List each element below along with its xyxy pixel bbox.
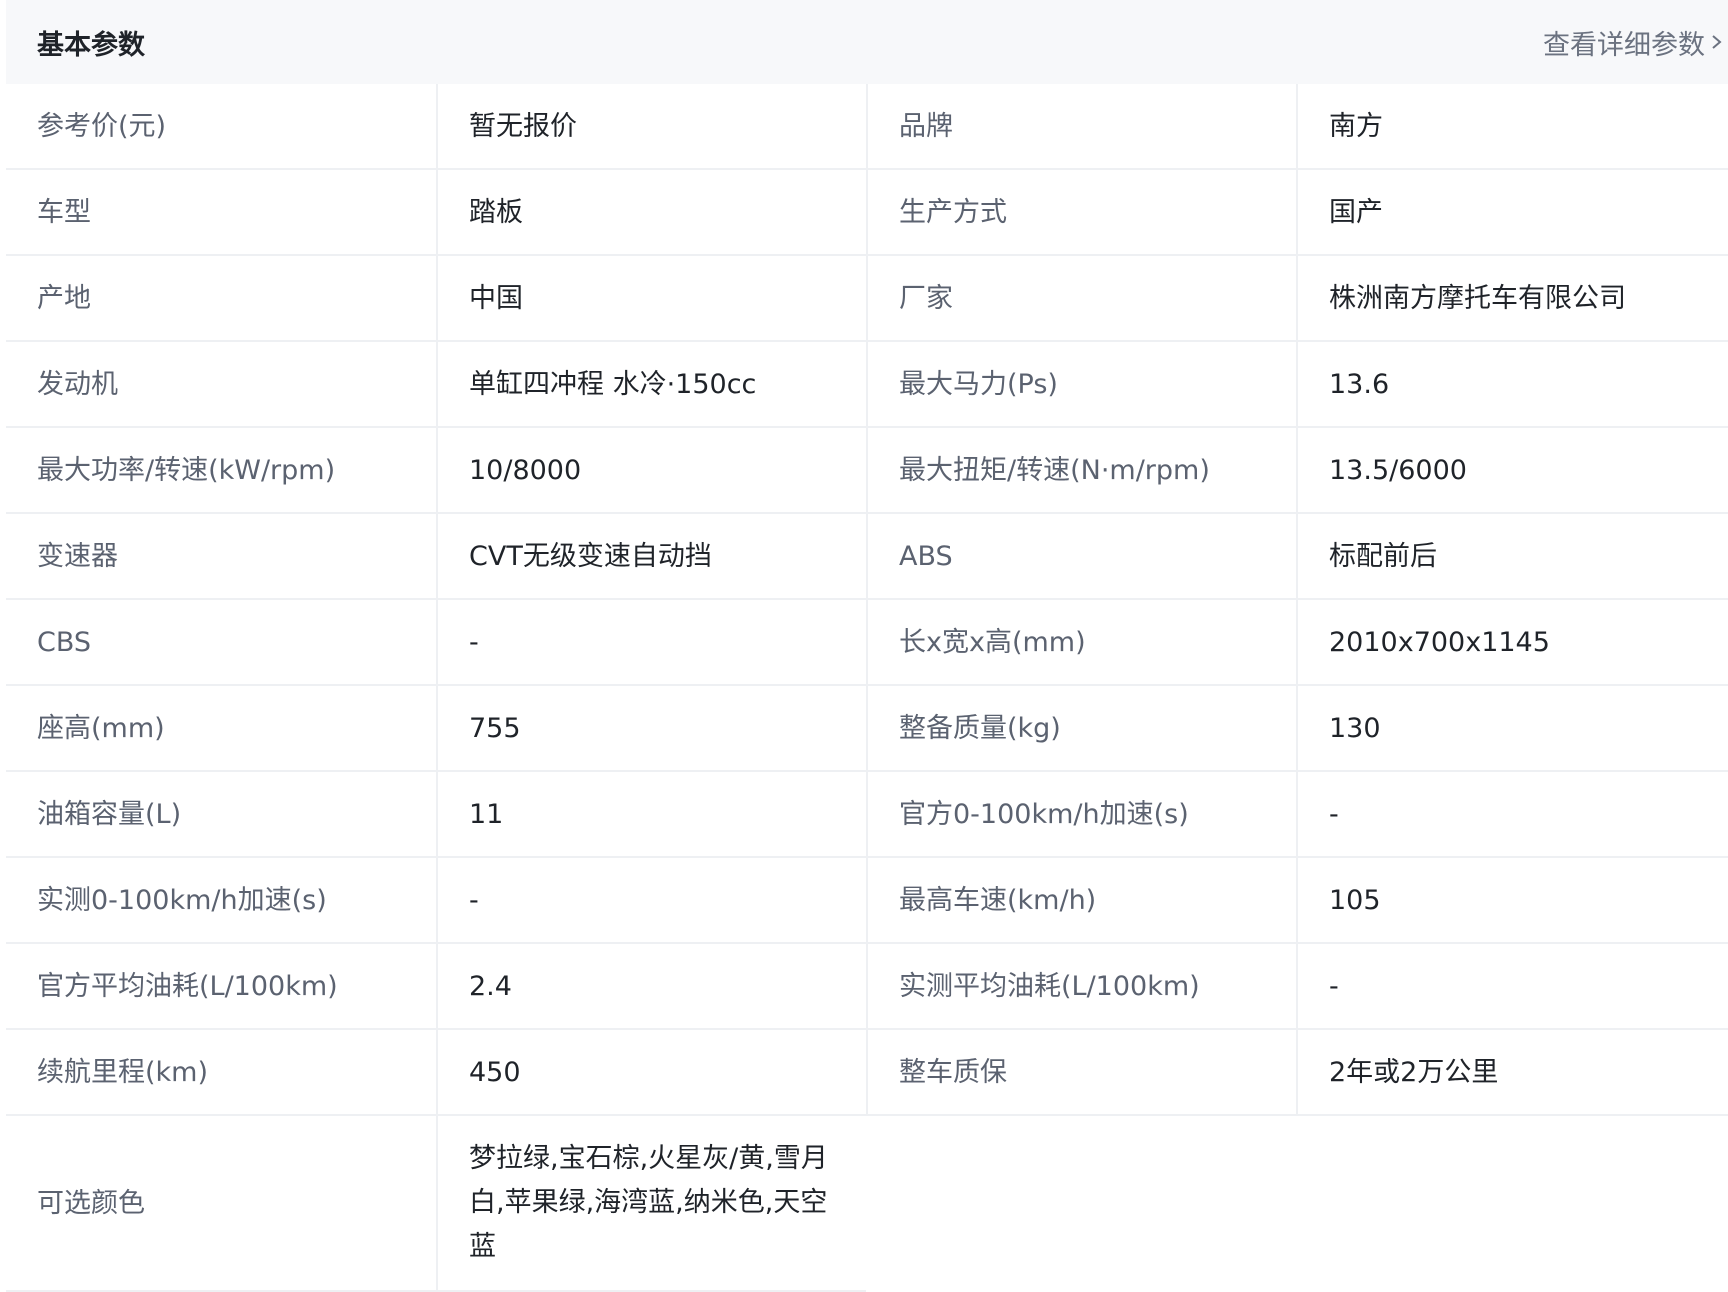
param-label: 产地 — [6, 256, 436, 342]
param-label: 厂家 — [866, 256, 1296, 342]
param-label: 油箱容量(L) — [6, 772, 436, 858]
param-value: 中国 — [436, 256, 866, 342]
param-value: 130 — [1296, 686, 1728, 772]
panel-title: 基本参数 — [37, 29, 145, 61]
param-label: 续航里程(km) — [6, 1030, 436, 1116]
param-value: 暂无报价 — [436, 84, 866, 170]
basic-params-panel: 基本参数 查看详细参数 参考价(元) 暂无报价 品牌 南方 车型 踏板 生产方式… — [6, 0, 1728, 1292]
param-label: 最高车速(km/h) — [866, 858, 1296, 944]
params-table: 参考价(元) 暂无报价 品牌 南方 车型 踏板 生产方式 国产 产地 中国 厂家… — [6, 84, 1728, 1116]
param-label: 参考价(元) — [6, 84, 436, 170]
chevron-right-icon — [1709, 27, 1725, 57]
param-value: - — [1296, 772, 1728, 858]
param-value: - — [1296, 944, 1728, 1030]
param-value: 2年或2万公里 — [1296, 1030, 1728, 1116]
param-value: - — [436, 858, 866, 944]
param-value: 踏板 — [436, 170, 866, 256]
param-value: 株洲南方摩托车有限公司 — [1296, 256, 1728, 342]
param-value: 13.6 — [1296, 342, 1728, 428]
param-value: 105 — [1296, 858, 1728, 944]
param-label: 最大扭矩/转速(N·m/rpm) — [866, 428, 1296, 514]
param-label: 实测0-100km/h加速(s) — [6, 858, 436, 944]
param-value: 13.5/6000 — [1296, 428, 1728, 514]
param-label: 长x宽x高(mm) — [866, 600, 1296, 686]
param-label: 生产方式 — [866, 170, 1296, 256]
param-label: 发动机 — [6, 342, 436, 428]
param-label: 变速器 — [6, 514, 436, 600]
param-value: - — [436, 600, 866, 686]
view-detailed-params-link[interactable]: 查看详细参数 — [1543, 23, 1728, 62]
param-value: 11 — [436, 772, 866, 858]
param-label: CBS — [6, 600, 436, 686]
colors-row: 可选颜色 梦拉绿,宝石棕,火星灰/黄,雪月白,苹果绿,海湾蓝,纳米色,天空蓝 — [6, 1116, 1728, 1292]
param-label: 整车质保 — [866, 1030, 1296, 1116]
empty-cell — [866, 1116, 1296, 1292]
param-label: 可选颜色 — [6, 1116, 436, 1292]
param-value: 450 — [436, 1030, 866, 1116]
param-value: 南方 — [1296, 84, 1728, 170]
param-value: 2010x700x1145 — [1296, 600, 1728, 686]
param-value: 梦拉绿,宝石棕,火星灰/黄,雪月白,苹果绿,海湾蓝,纳米色,天空蓝 — [436, 1116, 866, 1292]
param-label: 官方0-100km/h加速(s) — [866, 772, 1296, 858]
param-label: 实测平均油耗(L/100km) — [866, 944, 1296, 1030]
param-label: 整备质量(kg) — [866, 686, 1296, 772]
param-label: 官方平均油耗(L/100km) — [6, 944, 436, 1030]
param-value: 2.4 — [436, 944, 866, 1030]
param-label: 品牌 — [866, 84, 1296, 170]
param-label: 最大功率/转速(kW/rpm) — [6, 428, 436, 514]
param-label: ABS — [866, 514, 1296, 600]
param-value: 755 — [436, 686, 866, 772]
param-value: 标配前后 — [1296, 514, 1728, 600]
param-label: 座高(mm) — [6, 686, 436, 772]
panel-header: 基本参数 查看详细参数 — [6, 0, 1728, 84]
view-detailed-params-label: 查看详细参数 — [1543, 29, 1705, 61]
param-value: 国产 — [1296, 170, 1728, 256]
param-value: CVT无级变速自动挡 — [436, 514, 866, 600]
param-value: 单缸四冲程 水冷·150cc — [436, 342, 866, 428]
param-label: 最大马力(Ps) — [866, 342, 1296, 428]
param-label: 车型 — [6, 170, 436, 256]
empty-cell — [1296, 1116, 1728, 1292]
param-value: 10/8000 — [436, 428, 866, 514]
